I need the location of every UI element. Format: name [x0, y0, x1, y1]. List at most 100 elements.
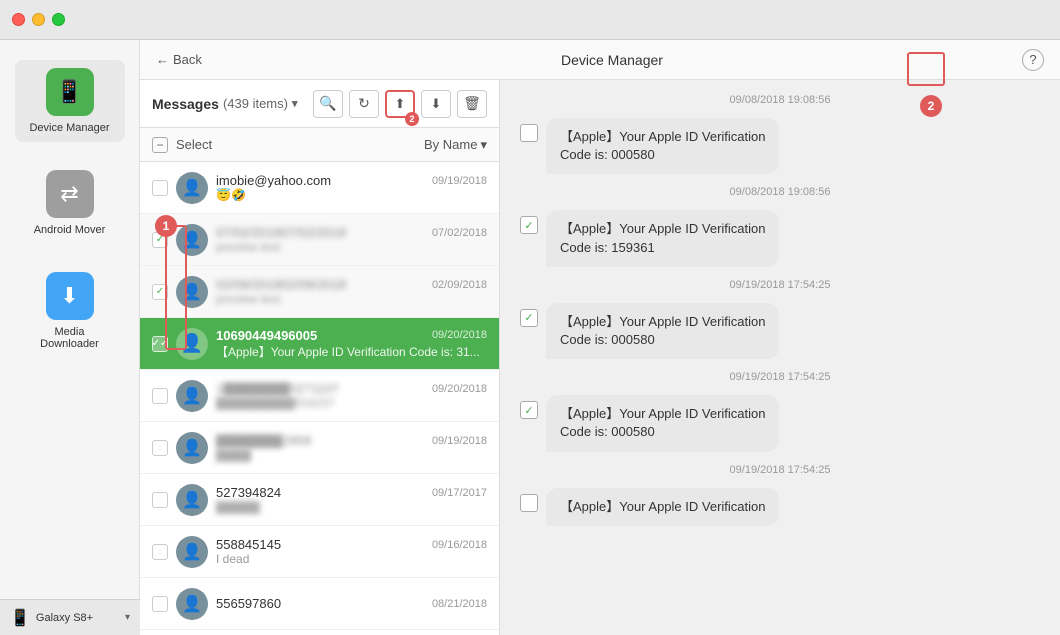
messages-dropdown-icon: ▾ [292, 97, 298, 110]
message-name-5: ▓▓▓▓▓▓▓2958 [216, 433, 311, 448]
message-date-6: 09/17/2017 [432, 487, 487, 499]
back-button[interactable]: ← Back [156, 52, 202, 67]
message-preview-0: 😇🤣 [216, 188, 487, 202]
message-content-5: ▓▓▓▓▓▓▓2958 09/19/2018 ▓▓▓▓ [216, 433, 487, 462]
chat-timestamp-0: 09/08/2018 19:08:56 [520, 94, 1040, 106]
message-date-7: 09/16/2018 [432, 539, 487, 551]
message-item-1[interactable]: 👤 07/02/201807/02/2018 07/02/2018 previe… [140, 214, 499, 266]
message-content-6: 527394824 09/17/2017 ▓▓▓▓▓ [216, 485, 487, 514]
messages-title-text: Messages [152, 96, 219, 112]
sidebar-item-android-mover[interactable]: ⇄ Android Mover [15, 162, 125, 244]
message-top-7: 558845145 09/16/2018 [216, 537, 487, 552]
message-checkbox-7[interactable] [152, 544, 168, 560]
main-content: ← Back Device Manager ? Messages (439 it… [140, 40, 1060, 635]
chat-timestamp-2: 09/19/2018 17:54:25 [520, 279, 1040, 291]
help-button[interactable]: ? [1022, 49, 1044, 71]
message-avatar-3: 👤 [176, 328, 208, 360]
select-bar: − Select By Name ▾ [140, 128, 499, 162]
message-date-2: 02/09/2018 [432, 279, 487, 291]
sort-chevron-icon: ▾ [480, 137, 487, 153]
toolbar-actions: 🔍 ↻ ⬆ 2 ⬇ 🗑 [313, 90, 487, 118]
help-icon: ? [1029, 52, 1036, 67]
message-date-3: 09/20/2018 [432, 329, 487, 341]
message-checkbox-8[interactable] [152, 596, 168, 612]
sidebar-item-device-manager[interactable]: 📱 Device Manager [15, 60, 125, 142]
message-content-7: 558845145 09/16/2018 I dead [216, 537, 487, 566]
device-selector[interactable]: 📱 Galaxy S8+ ▾ [0, 599, 140, 635]
message-name-4: 1▓▓▓▓▓▓▓5271107 [216, 381, 339, 396]
chat-check-1[interactable] [520, 216, 538, 234]
device-phone-icon: 📱 [10, 608, 30, 628]
message-checkbox-0[interactable] [152, 180, 168, 196]
sidebar-item-android-mover-label: Android Mover [34, 224, 106, 236]
message-item-4[interactable]: 👤 1▓▓▓▓▓▓▓5271107 09/20/2018 ▓▓▓▓▓▓▓▓▓91… [140, 370, 499, 422]
message-date-1: 07/02/2018 [432, 227, 487, 239]
message-item-7[interactable]: 👤 558845145 09/16/2018 I dead [140, 526, 499, 578]
chat-message-row-1: 【Apple】Your Apple ID VerificationCode is… [520, 210, 1040, 266]
import-icon: ⬇ [431, 96, 442, 112]
chat-check-2[interactable] [520, 309, 538, 327]
message-preview-5: ▓▓▓▓ [216, 448, 487, 462]
delete-icon: 🗑 [463, 95, 481, 112]
chat-bubble-4: 【Apple】Your Apple ID Verification [546, 488, 779, 526]
message-item-8[interactable]: 👤 556597860 08/21/2018 [140, 578, 499, 630]
chat-bubble-3: 【Apple】Your Apple ID VerificationCode is… [546, 395, 779, 451]
chat-timestamp-3: 09/19/2018 17:54:25 [520, 371, 1040, 383]
message-checkbox-5[interactable] [152, 440, 168, 456]
message-content-1: 07/02/201807/02/2018 07/02/2018 preview … [216, 225, 487, 254]
traffic-lights [12, 13, 65, 26]
message-name-2: 02/09/201802/09/2018 [216, 277, 346, 292]
chat-check-3[interactable] [520, 401, 538, 419]
chat-panel: 09/08/2018 19:08:56 【Apple】Your Apple ID… [500, 80, 1060, 635]
android-mover-icon: ⇄ [46, 170, 94, 218]
refresh-button[interactable]: ↻ [349, 90, 379, 118]
message-checkbox-3[interactable]: ✓ [152, 336, 168, 352]
message-checkbox-2[interactable] [152, 284, 168, 300]
search-icon: 🔍 [319, 95, 336, 112]
message-avatar-7: 👤 [176, 536, 208, 568]
media-downloader-icon: ⬇ [46, 272, 94, 320]
message-name-0: imobie@yahoo.com [216, 173, 331, 188]
import-button[interactable]: ⬇ [421, 90, 451, 118]
chat-bubble-0: 【Apple】Your Apple ID VerificationCode is… [546, 118, 779, 174]
message-name-6: 527394824 [216, 485, 281, 500]
chat-timestamp-4: 09/19/2018 17:54:25 [520, 464, 1040, 476]
sort-label: By Name [424, 137, 477, 152]
chat-check-4[interactable] [520, 494, 538, 512]
message-top-5: ▓▓▓▓▓▓▓2958 09/19/2018 [216, 433, 487, 448]
select-minus-button[interactable]: − [152, 137, 168, 153]
sidebar-item-media-downloader-label: Media Downloader [25, 326, 115, 350]
device-chevron-icon: ▾ [125, 612, 130, 623]
sidebar-item-media-downloader[interactable]: ⬇ Media Downloader [15, 264, 125, 358]
message-item-3[interactable]: ✓ 👤 10690449496005 09/20/2018 【Apple】You… [140, 318, 499, 370]
message-preview-6: ▓▓▓▓▓ [216, 500, 487, 514]
message-checkbox-4[interactable] [152, 388, 168, 404]
chat-message-row-4: 【Apple】Your Apple ID Verification [520, 488, 1040, 526]
message-avatar-6: 👤 [176, 484, 208, 516]
messages-title: Messages (439 items) ▾ [152, 96, 298, 112]
message-item-0[interactable]: 👤 imobie@yahoo.com 09/19/2018 😇🤣 [140, 162, 499, 214]
chat-check-0[interactable] [520, 124, 538, 142]
message-top-6: 527394824 09/17/2017 [216, 485, 487, 500]
close-button[interactable] [12, 13, 25, 26]
message-avatar-4: 👤 [176, 380, 208, 412]
message-content-4: 1▓▓▓▓▓▓▓5271107 09/20/2018 ▓▓▓▓▓▓▓▓▓9162… [216, 381, 487, 410]
list-panel: Messages (439 items) ▾ 🔍 ↻ ⬆ 2 [140, 80, 500, 635]
annotation-2: 2 [920, 95, 942, 117]
search-button[interactable]: 🔍 [313, 90, 343, 118]
message-top-8: 556597860 08/21/2018 [216, 596, 487, 611]
message-preview-3: 【Apple】Your Apple ID Verification Code i… [216, 343, 487, 360]
maximize-button[interactable] [52, 13, 65, 26]
message-item-6[interactable]: 👤 527394824 09/17/2017 ▓▓▓▓▓ [140, 474, 499, 526]
delete-button[interactable]: 🗑 [457, 90, 487, 118]
message-item-5[interactable]: 👤 ▓▓▓▓▓▓▓2958 09/19/2018 ▓▓▓▓ [140, 422, 499, 474]
titlebar [0, 0, 1060, 40]
message-content-2: 02/09/201802/09/2018 02/09/2018 preview … [216, 277, 487, 306]
message-name-1: 07/02/201807/02/2018 [216, 225, 346, 240]
message-item-2[interactable]: 👤 02/09/201802/09/2018 02/09/2018 previe… [140, 266, 499, 318]
message-checkbox-6[interactable] [152, 492, 168, 508]
message-date-5: 09/19/2018 [432, 435, 487, 447]
list-toolbar: Messages (439 items) ▾ 🔍 ↻ ⬆ 2 [140, 80, 499, 128]
sort-dropdown[interactable]: By Name ▾ [424, 137, 487, 153]
minimize-button[interactable] [32, 13, 45, 26]
